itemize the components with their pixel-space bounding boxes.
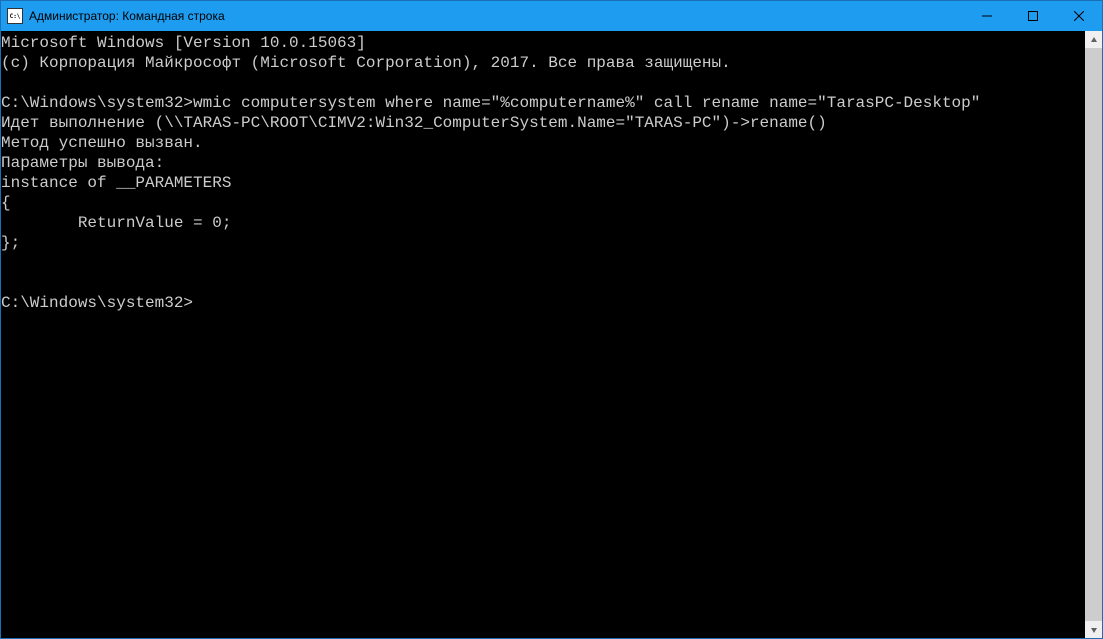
- console-output[interactable]: Microsoft Windows [Version 10.0.15063] (…: [1, 31, 1085, 638]
- vertical-scrollbar[interactable]: [1085, 31, 1102, 638]
- close-button[interactable]: [1056, 1, 1102, 31]
- scroll-thumb[interactable]: [1085, 48, 1102, 621]
- command-prompt-window: Администратор: Командная строка Microsof…: [0, 0, 1103, 639]
- maximize-button[interactable]: [1010, 1, 1056, 31]
- window-title: Администратор: Командная строка: [29, 9, 964, 23]
- minimize-button[interactable]: [964, 1, 1010, 31]
- scroll-up-button[interactable]: [1085, 31, 1102, 48]
- client-area: Microsoft Windows [Version 10.0.15063] (…: [1, 31, 1102, 638]
- scroll-down-button[interactable]: [1085, 621, 1102, 638]
- window-controls: [964, 1, 1102, 31]
- cmd-icon: [7, 8, 23, 24]
- scroll-track[interactable]: [1085, 48, 1102, 621]
- titlebar[interactable]: Администратор: Командная строка: [1, 1, 1102, 31]
